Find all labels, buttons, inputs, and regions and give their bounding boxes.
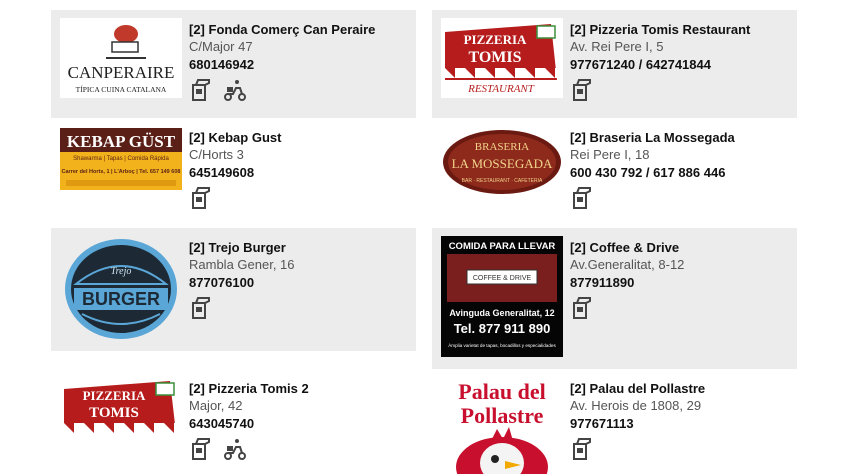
restaurant-phone[interactable]: 977671113	[570, 415, 790, 433]
takeaway-icon	[573, 297, 591, 319]
restaurant-address: C/Horts 3	[189, 147, 244, 162]
restaurant-logo[interactable]: PIZZERIA TOMIS	[60, 377, 182, 441]
logo-subtext: TOMIS	[89, 405, 139, 421]
restaurant-address: Major, 42	[189, 398, 243, 413]
restaurant-name[interactable]: [2] Braseria La Mossegada	[570, 130, 790, 146]
logo-phone: Tel. 877 911 890	[454, 321, 551, 336]
logo-address: Carrer del Horts, 1 | L'Arboç | Tel. 657…	[62, 169, 181, 175]
restaurant-card[interactable]: BRASERIA LA MOSSEGADA BAR · RESTAURANT ·…	[432, 118, 797, 228]
restaurant-phone[interactable]: 877911890	[570, 274, 790, 292]
restaurant-logo[interactable]: BRASERIA LA MOSSEGADA BAR · RESTAURANT ·…	[441, 128, 563, 196]
restaurant-phone[interactable]: 645149608	[189, 164, 409, 182]
takeaway-icon	[573, 187, 591, 209]
takeaway-icon	[573, 79, 591, 101]
restaurant-phone[interactable]: 977671240 / 642741844	[570, 56, 790, 74]
restaurant-name[interactable]: [2] Fonda Comerç Can Peraire	[189, 22, 409, 38]
restaurant-address: Rei Pere I, 18	[570, 147, 650, 162]
restaurant-logo[interactable]: COMIDA PARA LLEVAR COFFEE & DRIVE Avingu…	[441, 236, 563, 357]
restaurant-address: Av. Herois de 1808, 29	[570, 398, 702, 413]
logo-subtext: TÍPICA CUINA CATALANA	[76, 84, 167, 94]
logo-text: COMIDA PARA LLEVAR	[449, 241, 556, 252]
restaurant-phone[interactable]: 643045740	[189, 415, 409, 433]
takeaway-icon	[192, 79, 210, 101]
delivery-scooter-icon	[224, 439, 246, 460]
takeaway-icon	[573, 438, 591, 460]
logo-text: PIZZERIA	[83, 388, 146, 403]
takeaway-icon	[192, 187, 210, 209]
restaurant-card[interactable]: PIZZERIA TOMIS [2] Pizzeria Tomis 2 Majo…	[51, 369, 416, 474]
restaurant-name[interactable]: [2] Palau del Pollastre	[570, 381, 790, 397]
restaurant-address: C/Major 47	[189, 39, 253, 54]
logo-subtext: Shawarma | Tapas | Comida Rápida	[73, 156, 169, 162]
restaurant-address: Av. Rei Pere I, 5	[570, 39, 664, 54]
logo-text: CANPERAIRE	[68, 63, 175, 82]
restaurant-card[interactable]: Palau del Pollastre [2] Palau del Pollas…	[432, 369, 797, 474]
logo-text: KEBAP GÜST	[67, 132, 176, 151]
logo-tagline: BAR · RESTAURANT · CAFETERIA	[462, 178, 543, 184]
logo-subtext: BURGER	[82, 289, 160, 309]
restaurant-name[interactable]: [2] Coffee & Drive	[570, 240, 790, 256]
logo-text: PIZZERIA	[464, 32, 527, 47]
restaurant-name[interactable]: [2] Trejo Burger	[189, 240, 409, 256]
logo-subtext: COFFEE & DRIVE	[473, 275, 532, 282]
restaurant-card[interactable]: CANPERAIRE TÍPICA CUINA CATALANA [2] Fon…	[51, 10, 416, 118]
logo-text: BRASERIA	[475, 141, 529, 153]
delivery-scooter-icon	[224, 80, 246, 101]
logo-subtext: TOMIS	[468, 49, 521, 66]
restaurant-name[interactable]: [2] Pizzeria Tomis 2	[189, 381, 409, 397]
restaurant-card[interactable]: Trejo BURGER [2] Trejo Burger Rambla Gen…	[51, 228, 416, 351]
restaurant-address: Rambla Gener, 16	[189, 257, 295, 272]
restaurant-name[interactable]: [2] Pizzeria Tomis Restaurant	[570, 22, 790, 38]
restaurant-logo[interactable]: PIZZERIA TOMIS RESTAURANT	[441, 18, 563, 98]
logo-subtext: LA MOSSEGADA	[452, 156, 553, 171]
takeaway-icon	[192, 438, 210, 460]
logo-tagline: RESTAURANT	[467, 83, 535, 95]
logo-tagline: Àmplia varietat de tapas, bocadillos y e…	[448, 342, 556, 348]
restaurant-logo[interactable]: CANPERAIRE TÍPICA CUINA CATALANA	[60, 18, 182, 98]
restaurant-phone[interactable]: 877076100	[189, 274, 409, 292]
restaurant-address: Av.Generalitat, 8-12	[570, 257, 685, 272]
restaurant-phone[interactable]: 680146942	[189, 56, 409, 74]
logo-text: Trejo	[111, 266, 132, 277]
restaurant-card[interactable]: COMIDA PARA LLEVAR COFFEE & DRIVE Avingu…	[432, 228, 797, 369]
restaurant-phone[interactable]: 600 430 792 / 617 886 446	[570, 164, 790, 182]
logo-subtext: Pollastre	[461, 403, 544, 428]
takeaway-icon	[192, 297, 210, 319]
restaurant-name[interactable]: [2] Kebap Gust	[189, 130, 409, 146]
restaurant-card[interactable]: PIZZERIA TOMIS RESTAURANT [2] Pizzeria T…	[432, 10, 797, 118]
logo-address: Avinguda Generalitat, 12	[449, 308, 554, 318]
restaurant-card[interactable]: KEBAP GÜST Shawarma | Tapas | Comida Ráp…	[51, 118, 416, 228]
logo-text: Palau del	[458, 379, 545, 404]
restaurant-logo[interactable]: KEBAP GÜST Shawarma | Tapas | Comida Ráp…	[60, 128, 182, 190]
restaurant-logo[interactable]: Trejo BURGER	[60, 236, 182, 342]
restaurant-logo[interactable]: Palau del Pollastre	[441, 377, 563, 474]
